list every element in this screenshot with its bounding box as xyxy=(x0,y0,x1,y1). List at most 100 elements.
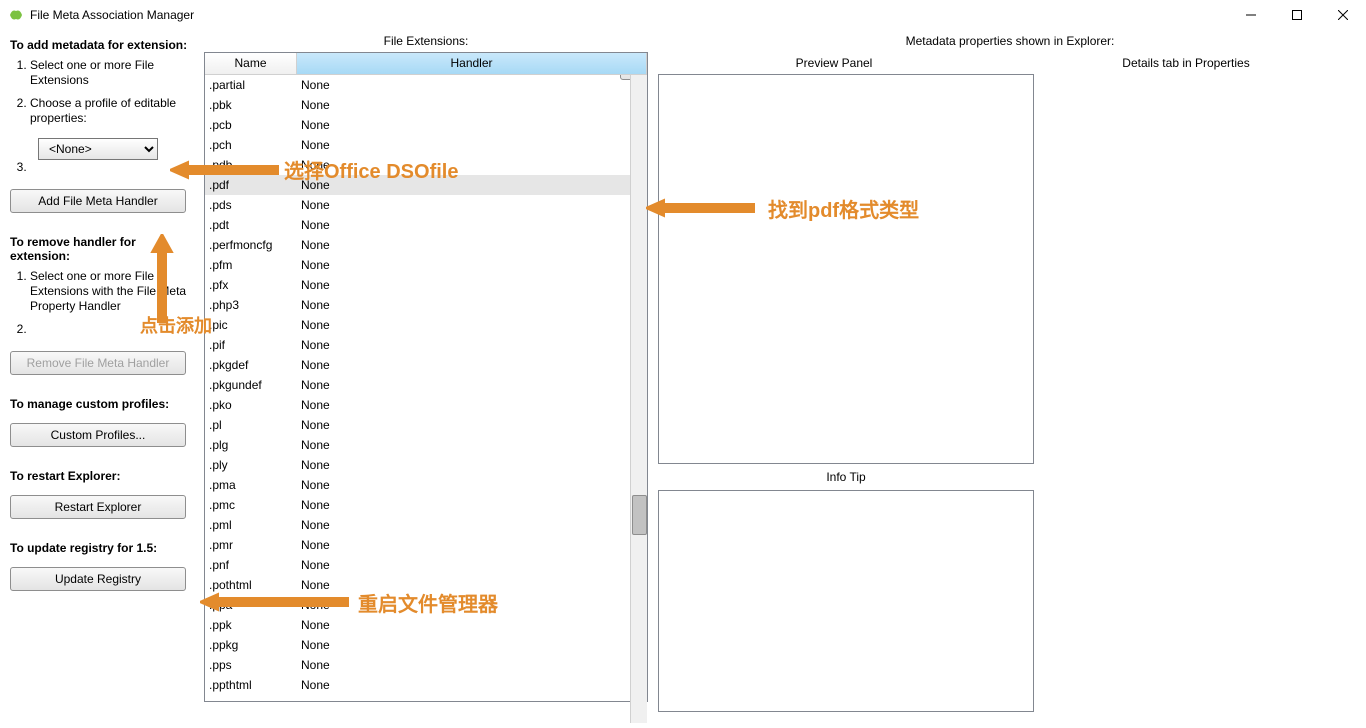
extension-handler: None xyxy=(297,178,647,192)
window-title: File Meta Association Manager xyxy=(30,8,194,22)
table-row[interactable]: .perfmoncfgNone xyxy=(205,235,647,255)
table-row[interactable]: .pdbNone xyxy=(205,155,647,175)
extension-handler: None xyxy=(297,558,647,572)
add-step-1: Select one or more File Extensions xyxy=(30,58,198,88)
table-row[interactable]: .pbkNone xyxy=(205,95,647,115)
extension-name: .pko xyxy=(205,398,297,412)
extension-handler: None xyxy=(297,618,647,632)
restart-explorer-button[interactable]: Restart Explorer xyxy=(10,495,186,519)
column-name[interactable]: Name xyxy=(205,53,297,74)
table-row[interactable]: .pcbNone xyxy=(205,115,647,135)
extension-handler: None xyxy=(297,278,647,292)
extension-name: .pmr xyxy=(205,538,297,552)
extension-handler: None xyxy=(297,118,647,132)
scrollbar[interactable] xyxy=(630,75,647,723)
extension-handler: None xyxy=(297,238,647,252)
table-body[interactable]: .partialNone.pbkNone.pcbNone.pchNone.pdb… xyxy=(205,75,647,701)
table-row[interactable]: .pifNone xyxy=(205,335,647,355)
extension-name: .pma xyxy=(205,478,297,492)
extension-name: .partial xyxy=(205,78,297,92)
close-button[interactable] xyxy=(1320,0,1366,30)
extension-handler: None xyxy=(297,678,647,692)
table-row[interactable]: .pkgdefNone xyxy=(205,355,647,375)
extension-name: .ppa xyxy=(205,598,297,612)
table-row[interactable]: .ppaNone xyxy=(205,595,647,615)
extension-name: .pbk xyxy=(205,98,297,112)
details-tab-box xyxy=(1034,74,1362,464)
column-handler[interactable]: Handler xyxy=(297,53,647,74)
extension-name: .pfm xyxy=(205,258,297,272)
add-step-3 xyxy=(30,160,198,175)
table-row[interactable]: .ppkNone xyxy=(205,615,647,635)
table-row[interactable]: .pfmNone xyxy=(205,255,647,275)
table-row[interactable]: .pdsNone xyxy=(205,195,647,215)
extension-name: .pic xyxy=(205,318,297,332)
extension-handler: None xyxy=(297,538,647,552)
add-file-meta-handler-button[interactable]: Add File Meta Handler xyxy=(10,189,186,213)
table-row[interactable]: .pdtNone xyxy=(205,215,647,235)
maximize-button[interactable] xyxy=(1274,0,1320,30)
window-buttons xyxy=(1228,0,1366,30)
table-row[interactable]: .pchNone xyxy=(205,135,647,155)
extension-handler: None xyxy=(297,478,647,492)
table-row[interactable]: .ppsNone xyxy=(205,655,647,675)
table-row[interactable]: .ppthtmlNone xyxy=(205,675,647,695)
extension-handler: None xyxy=(297,438,647,452)
extension-name: .ppkg xyxy=(205,638,297,652)
table-header: Name Handler xyxy=(205,53,647,75)
middle-panel: File Extensions: Name Handler .partialNo… xyxy=(204,30,648,728)
table-row[interactable]: .pmaNone xyxy=(205,475,647,495)
table-row[interactable]: .pmlNone xyxy=(205,515,647,535)
extension-handler: None xyxy=(297,598,647,612)
extension-name: .perfmoncfg xyxy=(205,238,297,252)
extension-name: .pdb xyxy=(205,158,297,172)
table-row[interactable]: .pdfNone xyxy=(205,175,647,195)
extension-handler: None xyxy=(297,378,647,392)
table-row[interactable]: .pothtmlNone xyxy=(205,575,647,595)
table-row[interactable]: .plyNone xyxy=(205,455,647,475)
table-row[interactable]: .pkgundefNone xyxy=(205,375,647,395)
extension-handler: None xyxy=(297,578,647,592)
extension-name: .pnf xyxy=(205,558,297,572)
info-tip-box xyxy=(658,490,1034,712)
table-row[interactable]: .pmrNone xyxy=(205,535,647,555)
extension-name: .pps xyxy=(205,658,297,672)
extension-handler: None xyxy=(297,458,647,472)
table-row[interactable]: .picNone xyxy=(205,315,647,335)
extension-handler: None xyxy=(297,218,647,232)
extension-name: .pl xyxy=(205,418,297,432)
extension-name: .ply xyxy=(205,458,297,472)
extensions-table[interactable]: Name Handler .partialNone.pbkNone.pcbNon… xyxy=(204,52,648,702)
update-registry-button[interactable]: Update Registry xyxy=(10,567,186,591)
table-row[interactable]: .pnfNone xyxy=(205,555,647,575)
extension-handler: None xyxy=(297,78,647,92)
remove-file-meta-handler-button: Remove File Meta Handler xyxy=(10,351,186,375)
custom-profiles-button[interactable]: Custom Profiles... xyxy=(10,423,186,447)
table-row[interactable]: .php3None xyxy=(205,295,647,315)
extension-handler: None xyxy=(297,298,647,312)
extension-handler: None xyxy=(297,98,647,112)
extension-name: .plg xyxy=(205,438,297,452)
extension-handler: None xyxy=(297,198,647,212)
extension-handler: None xyxy=(297,398,647,412)
table-row[interactable]: .plNone xyxy=(205,415,647,435)
details-tab-heading: Details tab in Properties xyxy=(1010,52,1362,74)
extension-handler: None xyxy=(297,358,647,372)
scroll-thumb[interactable] xyxy=(632,495,647,535)
profile-select[interactable]: <None> xyxy=(38,138,158,160)
extension-handler: None xyxy=(297,318,647,332)
extension-name: .php3 xyxy=(205,298,297,312)
minimize-button[interactable] xyxy=(1228,0,1274,30)
extension-name: .pcb xyxy=(205,118,297,132)
info-tip-heading: Info Tip xyxy=(658,464,1034,490)
table-row[interactable]: .pfxNone xyxy=(205,275,647,295)
left-panel: To add metadata for extension: Select on… xyxy=(4,30,204,728)
table-row[interactable]: .ppkgNone xyxy=(205,635,647,655)
table-row[interactable]: .partialNone xyxy=(205,75,647,95)
manage-profiles-heading: To manage custom profiles: xyxy=(10,397,198,411)
table-row[interactable]: .plgNone xyxy=(205,435,647,455)
extension-name: .pds xyxy=(205,198,297,212)
table-row[interactable]: .pmcNone xyxy=(205,495,647,515)
table-row[interactable]: .pkoNone xyxy=(205,395,647,415)
file-extensions-label: File Extensions: xyxy=(204,30,648,52)
